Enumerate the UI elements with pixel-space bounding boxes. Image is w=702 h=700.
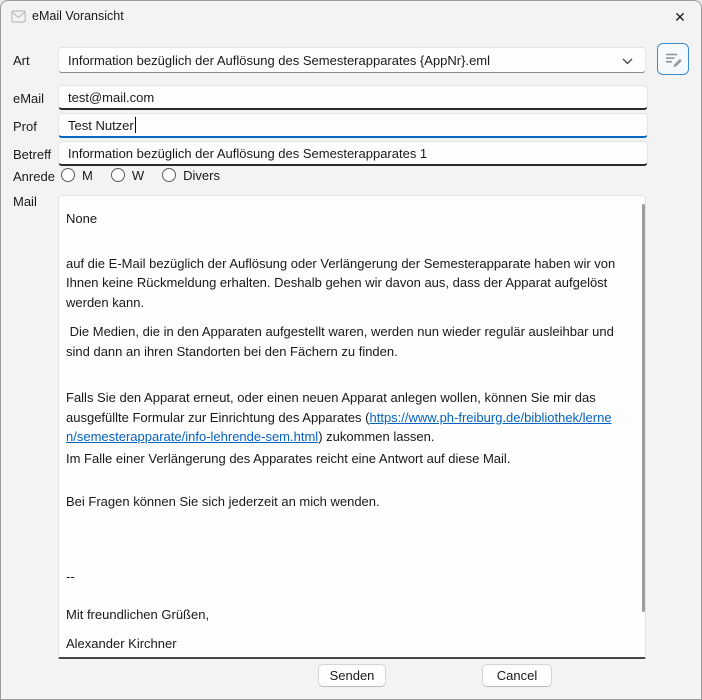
radio-divers[interactable]: [162, 168, 176, 182]
radio-divers-label: Divers: [183, 168, 220, 183]
envelope-icon: [11, 10, 26, 23]
radio-m-label: M: [82, 168, 93, 183]
cancel-button[interactable]: Cancel: [482, 664, 552, 687]
betreff-input[interactable]: Information bezüglich der Auflösung des …: [58, 141, 648, 166]
scrollbar-thumb[interactable]: [642, 204, 645, 612]
mail-paragraph: Im Falle einer Verlängerung des Apparate…: [66, 449, 621, 469]
mail-paragraph: Alexander Kirchner: [66, 634, 621, 654]
mail-paragraph: --: [66, 567, 621, 587]
window-title: eMail Voransicht: [32, 9, 124, 23]
mail-paragraph: Die Medien, die in den Apparaten aufgest…: [66, 322, 621, 361]
betreff-label: Betreff: [13, 147, 51, 162]
art-label: Art: [13, 53, 30, 68]
art-combobox[interactable]: Information bezüglich der Auflösung des …: [58, 47, 646, 73]
mail-paragraph: Mit freundlichen Grüßen,: [66, 605, 621, 625]
compose-edit-icon: [664, 50, 682, 68]
close-button[interactable]: ✕: [669, 6, 691, 28]
prof-input[interactable]: Test Nutzer: [58, 113, 648, 138]
radio-w-label: W: [132, 168, 144, 183]
mail-paragraph: Bei Fragen können Sie sich jederzeit an …: [66, 492, 621, 512]
radio-w[interactable]: [111, 168, 125, 182]
email-input-value: test@mail.com: [68, 90, 154, 105]
email-input[interactable]: test@mail.com: [58, 85, 648, 110]
senden-button[interactable]: Senden: [318, 664, 386, 687]
mail-paragraph: None: [66, 209, 621, 229]
radio-m[interactable]: [61, 168, 75, 182]
mail-body-textbox[interactable]: None auf die E-Mail bezüglich der Auflösu…: [58, 195, 646, 659]
prof-input-value: Test Nutzer: [68, 118, 134, 133]
chevron-down-icon: [622, 58, 633, 65]
mail-paragraph: Falls Sie den Apparat erneut, oder einen…: [66, 388, 621, 447]
edit-template-button[interactable]: [657, 43, 689, 75]
email-label: eMail: [13, 91, 44, 106]
prof-label: Prof: [13, 119, 37, 134]
text-caret: [135, 117, 137, 133]
mail-hyperlink[interactable]: https://www.ph-freiburg.de/bibliothek/le…: [66, 410, 612, 445]
mail-label: Mail: [13, 194, 37, 209]
titlebar: eMail Voransicht ✕: [1, 1, 701, 33]
art-combobox-value: Information bezüglich der Auflösung des …: [68, 53, 490, 68]
anrede-label: Anrede: [13, 169, 55, 184]
betreff-input-value: Information bezüglich der Auflösung des …: [68, 146, 427, 161]
mail-paragraph: auf die E-Mail bezüglich der Auflösung o…: [66, 254, 621, 313]
anrede-radio-group: M W Divers: [61, 166, 238, 184]
email-preview-dialog: eMail Voransicht ✕ Art Information bezüg…: [0, 0, 702, 700]
